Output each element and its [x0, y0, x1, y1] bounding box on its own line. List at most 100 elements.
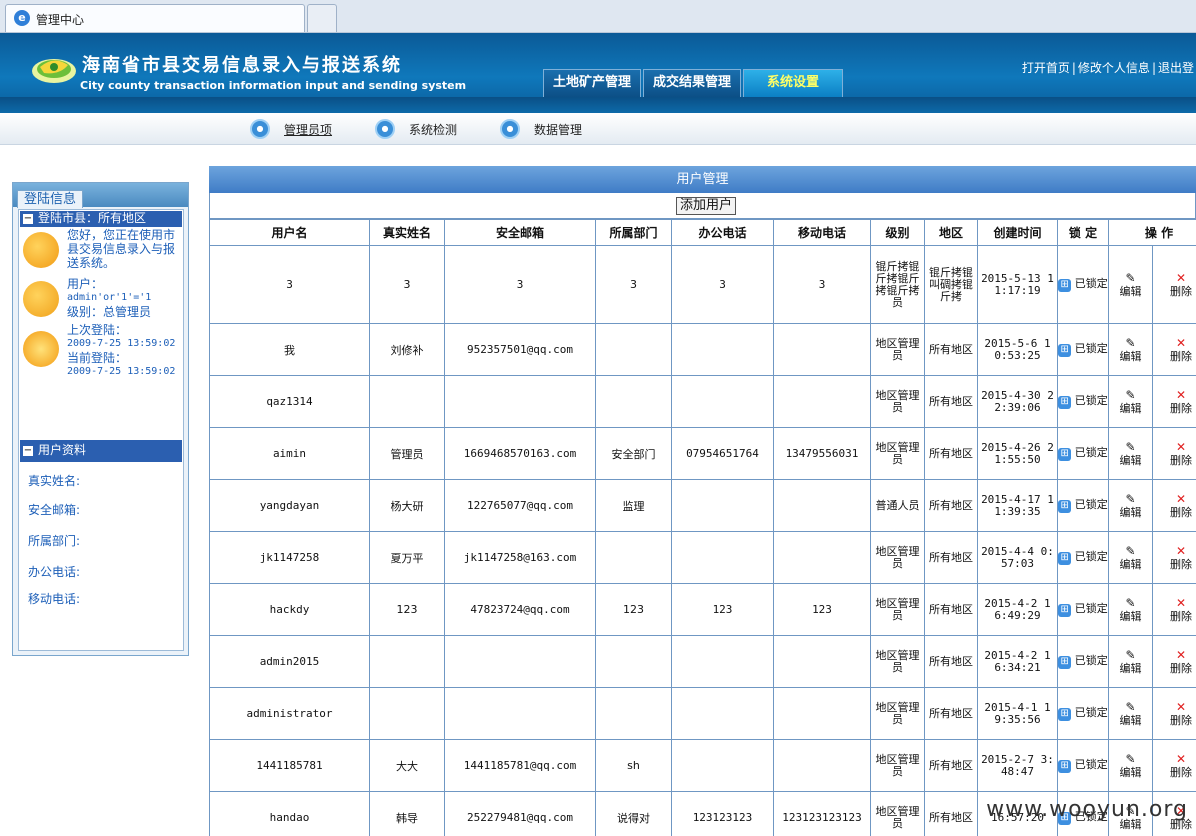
lock-icon[interactable]: ⊞ [1058, 396, 1072, 409]
delete-cell[interactable]: ✕ 删除 [1152, 739, 1196, 792]
lock-icon[interactable]: ⊞ [1058, 708, 1072, 721]
edit-cell[interactable]: ✎ 编辑 [1108, 479, 1153, 532]
lock-label[interactable]: 已锁定 [1075, 394, 1108, 407]
lock-cell[interactable]: ⊞ 已锁定 [1057, 375, 1109, 428]
open-home-link[interactable]: 打开首页 [1022, 61, 1070, 75]
delete-label[interactable]: 删除 [1170, 454, 1192, 467]
delete-icon[interactable]: ✕ [1176, 701, 1186, 713]
lock-label[interactable]: 已锁定 [1075, 602, 1108, 615]
edit-label[interactable]: 编辑 [1120, 454, 1142, 467]
delete-icon[interactable]: ✕ [1176, 337, 1186, 349]
delete-cell[interactable]: ✕ 删除 [1152, 245, 1196, 324]
collapse-icon[interactable]: − [23, 214, 33, 224]
lock-cell[interactable]: ⊞ 已锁定 [1057, 635, 1109, 688]
new-tab-button[interactable] [307, 4, 337, 32]
delete-label[interactable]: 删除 [1170, 558, 1192, 571]
delete-icon[interactable]: ✕ [1176, 441, 1186, 453]
edit-cell[interactable]: ✎ 编辑 [1108, 739, 1153, 792]
delete-icon[interactable]: ✕ [1176, 597, 1186, 609]
edit-icon[interactable]: ✎ [1125, 441, 1135, 453]
add-user-button[interactable]: 添加用户 [676, 197, 737, 215]
edit-cell[interactable]: ✎ 编辑 [1108, 375, 1153, 428]
edit-icon[interactable]: ✎ [1125, 597, 1135, 609]
delete-cell[interactable]: ✕ 删除 [1152, 635, 1196, 688]
login-area-section[interactable]: − 登陆市县：所有地区 [20, 211, 182, 227]
login-info-tab[interactable]: 登陆信息 [17, 190, 83, 208]
edit-icon[interactable]: ✎ [1125, 545, 1135, 557]
edit-label[interactable]: 编辑 [1120, 558, 1142, 571]
lock-label[interactable]: 已锁定 [1075, 758, 1108, 771]
browser-tab[interactable]: e 管理中心 [5, 4, 305, 32]
delete-icon[interactable]: ✕ [1176, 649, 1186, 661]
lock-icon[interactable]: ⊞ [1058, 344, 1072, 357]
lock-label[interactable]: 已锁定 [1075, 498, 1108, 511]
lock-icon[interactable]: ⊞ [1058, 760, 1072, 773]
collapse-icon[interactable]: − [23, 446, 33, 456]
delete-cell[interactable]: ✕ 删除 [1152, 479, 1196, 532]
lock-label[interactable]: 已锁定 [1075, 550, 1108, 563]
lock-cell[interactable]: ⊞ 已锁定 [1057, 739, 1109, 792]
nav-system-settings[interactable]: 系统设置 [743, 69, 843, 97]
edit-label[interactable]: 编辑 [1120, 662, 1142, 675]
lock-cell[interactable]: ⊞ 已锁定 [1057, 687, 1109, 740]
lock-cell[interactable]: ⊞ 已锁定 [1057, 479, 1109, 532]
delete-label[interactable]: 删除 [1170, 610, 1192, 623]
edit-cell[interactable]: ✎ 编辑 [1108, 583, 1153, 636]
delete-label[interactable]: 删除 [1170, 714, 1192, 727]
delete-cell[interactable]: ✕ 删除 [1152, 427, 1196, 480]
lock-cell[interactable]: ⊞ 已锁定 [1057, 323, 1109, 376]
edit-icon[interactable]: ✎ [1125, 272, 1135, 284]
nav-land-mineral[interactable]: 土地矿产管理 [543, 69, 641, 97]
edit-label[interactable]: 编辑 [1120, 350, 1142, 363]
lock-label[interactable]: 已锁定 [1075, 654, 1108, 667]
lock-icon[interactable]: ⊞ [1058, 656, 1072, 669]
delete-label[interactable]: 删除 [1170, 285, 1192, 298]
edit-profile-link[interactable]: 修改个人信息 [1078, 61, 1150, 75]
edit-icon[interactable]: ✎ [1125, 493, 1135, 505]
edit-icon[interactable]: ✎ [1125, 389, 1135, 401]
edit-label[interactable]: 编辑 [1120, 714, 1142, 727]
delete-cell[interactable]: ✕ 删除 [1152, 531, 1196, 584]
lock-label[interactable]: 已锁定 [1075, 706, 1108, 719]
edit-cell[interactable]: ✎ 编辑 [1108, 427, 1153, 480]
delete-label[interactable]: 删除 [1170, 662, 1192, 675]
lock-icon[interactable]: ⊞ [1058, 552, 1072, 565]
delete-label[interactable]: 删除 [1170, 766, 1192, 779]
edit-label[interactable]: 编辑 [1120, 766, 1142, 779]
edit-icon[interactable]: ✎ [1125, 337, 1135, 349]
delete-icon[interactable]: ✕ [1176, 753, 1186, 765]
edit-cell[interactable]: ✎ 编辑 [1108, 323, 1153, 376]
lock-label[interactable]: 已锁定 [1075, 446, 1108, 459]
edit-icon[interactable]: ✎ [1125, 649, 1135, 661]
lock-icon[interactable]: ⊞ [1058, 448, 1072, 461]
lock-icon[interactable]: ⊞ [1058, 500, 1072, 513]
delete-icon[interactable]: ✕ [1176, 272, 1186, 284]
delete-cell[interactable]: ✕ 删除 [1152, 375, 1196, 428]
edit-cell[interactable]: ✎ 编辑 [1108, 635, 1153, 688]
lock-cell[interactable]: ⊞ 已锁定 [1057, 531, 1109, 584]
lock-icon[interactable]: ⊞ [1058, 604, 1072, 617]
lock-cell[interactable]: ⊞ 已锁定 [1057, 427, 1109, 480]
edit-icon[interactable]: ✎ [1125, 753, 1135, 765]
edit-label[interactable]: 编辑 [1120, 402, 1142, 415]
edit-icon[interactable]: ✎ [1125, 701, 1135, 713]
lock-label[interactable]: 已锁定 [1075, 277, 1108, 290]
delete-cell[interactable]: ✕ 删除 [1152, 323, 1196, 376]
delete-icon[interactable]: ✕ [1176, 389, 1186, 401]
lock-cell[interactable]: ⊞ 已锁定 [1057, 583, 1109, 636]
edit-cell[interactable]: ✎ 编辑 [1108, 531, 1153, 584]
edit-cell[interactable]: ✎ 编辑 [1108, 687, 1153, 740]
delete-label[interactable]: 删除 [1170, 350, 1192, 363]
edit-label[interactable]: 编辑 [1120, 610, 1142, 623]
delete-label[interactable]: 删除 [1170, 506, 1192, 519]
user-profile-section[interactable]: − 用户资料 [20, 440, 182, 462]
lock-icon[interactable]: ⊞ [1058, 279, 1072, 292]
edit-label[interactable]: 编辑 [1120, 506, 1142, 519]
delete-icon[interactable]: ✕ [1176, 545, 1186, 557]
lock-label[interactable]: 已锁定 [1075, 342, 1108, 355]
delete-cell[interactable]: ✕ 删除 [1152, 583, 1196, 636]
delete-icon[interactable]: ✕ [1176, 493, 1186, 505]
delete-cell[interactable]: ✕ 删除 [1152, 687, 1196, 740]
lock-cell[interactable]: ⊞ 已锁定 [1057, 245, 1109, 324]
logout-link[interactable]: 退出登 [1158, 61, 1194, 75]
